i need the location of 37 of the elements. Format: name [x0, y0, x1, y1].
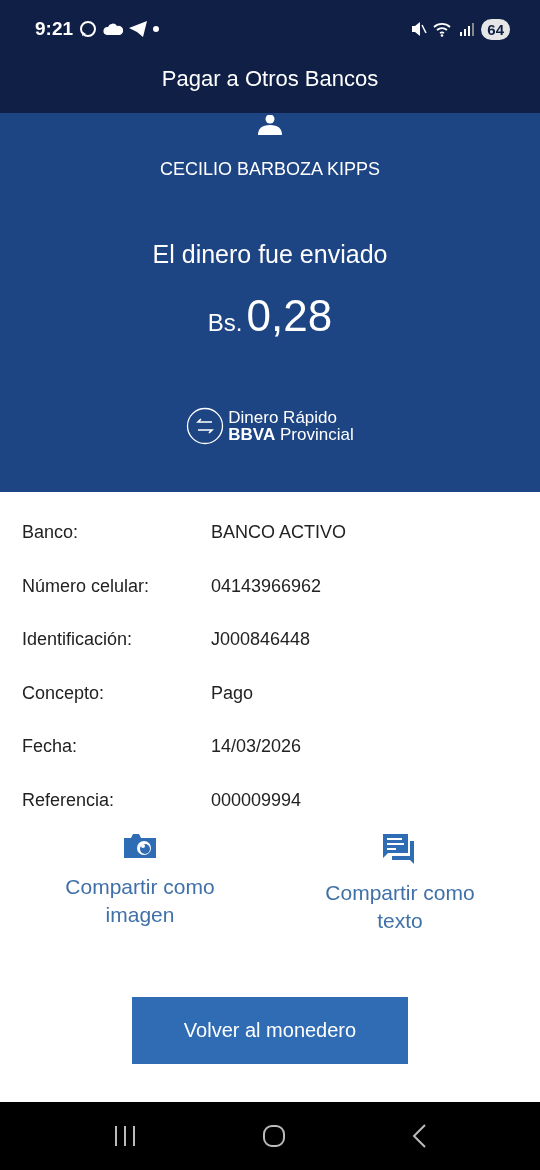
- brand-subtitle: Provincial: [279, 425, 354, 444]
- home-icon[interactable]: [262, 1124, 286, 1148]
- currency-label: Bs.: [207, 309, 243, 337]
- detail-label: Banco:: [22, 522, 80, 544]
- dot-icon: [153, 26, 160, 32]
- detail-label: Concepto:: [22, 682, 106, 704]
- mute-icon: [411, 21, 428, 37]
- status-time: 9:21: [35, 18, 74, 40]
- signal-icon: [459, 22, 476, 36]
- back-icon[interactable]: [411, 1124, 428, 1148]
- detail-value: 000009994: [211, 789, 302, 811]
- detail-label: Identificación:: [22, 629, 134, 651]
- send-icon: [129, 21, 148, 37]
- recipient-name: CECILIO BARBOZA KIPPS: [159, 159, 381, 180]
- detail-value: J000846448: [211, 629, 311, 651]
- detail-value: 14/03/2026: [211, 736, 302, 758]
- detail-label: Número celular:: [22, 575, 151, 597]
- detail-label: Referencia:: [22, 789, 116, 811]
- transfer-icon: [186, 407, 225, 445]
- chat-icon: [79, 20, 98, 38]
- amount-value: 0,28: [246, 291, 333, 341]
- share-option[interactable]: Compartir como imagen: [35, 833, 245, 935]
- screen-title: Pagar a Otros Bancos: [160, 65, 380, 93]
- success-message: El dinero fue enviado: [152, 240, 388, 269]
- back-to-wallet-button[interactable]: Volver al monedero: [132, 997, 408, 1064]
- camera-icon: [123, 833, 157, 859]
- cloud-icon: [103, 23, 124, 35]
- battery-level: 64: [481, 18, 510, 40]
- detail-value: BANCO ACTIVO: [211, 522, 347, 544]
- brand-name: Dinero Rápido: [228, 409, 338, 426]
- detail-label: Fecha:: [22, 736, 79, 758]
- recents-icon[interactable]: [112, 1126, 137, 1146]
- share-option[interactable]: Compartir como texto: [295, 833, 505, 935]
- person-icon: [257, 115, 283, 135]
- brand-logo-text: BBVA: [228, 425, 276, 444]
- detail-value: 04143966962: [211, 575, 322, 597]
- detail-value: Pago: [211, 682, 254, 704]
